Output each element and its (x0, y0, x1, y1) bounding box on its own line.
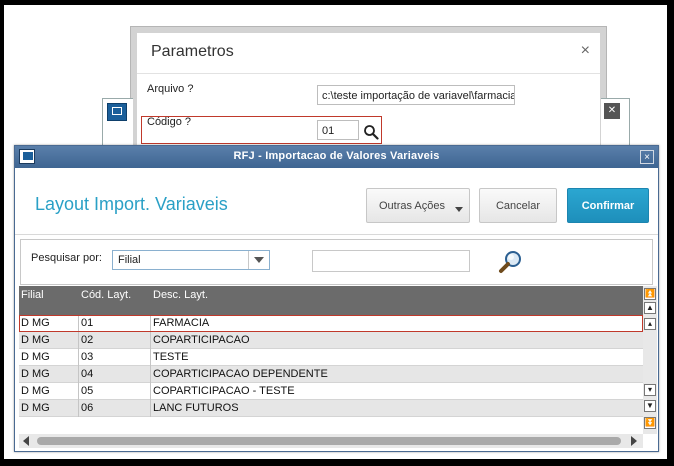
table-row[interactable]: D MG 04 COPARTICIPACAO DEPENDENTE (19, 366, 643, 383)
scroll-right-icon[interactable] (631, 436, 637, 446)
column-divider (150, 315, 151, 417)
confirm-button[interactable]: Confirmar (567, 188, 649, 223)
table-row[interactable]: D MG 03 TESTE (19, 349, 643, 366)
layout-grid: Filial Cód. Layt. Desc. Layt. D MG 01 FA… (19, 286, 643, 417)
scroll-page-up-icon[interactable]: ▲ (644, 302, 656, 314)
cell-desc-layt: COPARTICIPACAO (153, 334, 250, 346)
column-header-filial[interactable]: Filial (21, 289, 44, 301)
search-by-value: Filial (118, 254, 141, 266)
vertical-scrollbar[interactable]: ⏫ ▲ ▴ ▾ ▼ ⏬ (643, 286, 657, 434)
window-title: RFJ - Importacao de Valores Variaveis (233, 150, 440, 162)
search-icon[interactable] (498, 249, 524, 275)
cell-filial: D MG (21, 351, 50, 363)
cell-desc-layt: COPARTICIPACAO - TESTE (153, 385, 295, 397)
arquivo-label: Arquivo ? (147, 83, 194, 95)
header-area: Layout Import. Variaveis Outras Ações Ca… (15, 168, 658, 235)
outras-acoes-label: Outras Ações (378, 199, 446, 212)
cell-cod-layt: 03 (81, 351, 94, 363)
search-label: Pesquisar por: (31, 252, 102, 264)
codigo-label: Código ? (147, 116, 192, 128)
column-divider (78, 315, 79, 417)
cell-filial: D MG (21, 402, 50, 414)
cell-cod-layt: 04 (81, 368, 94, 380)
window-titlebar: RFJ - Importacao de Valores Variaveis × (15, 146, 658, 168)
horizontal-scroll-thumb[interactable] (37, 437, 621, 445)
cell-cod-layt: 06 (81, 402, 94, 414)
parametros-title: Parametros (151, 43, 234, 60)
search-area: Pesquisar por: Filial (20, 239, 653, 285)
screenshot-canvas: Parametros × Arquivo ? c:\teste importaç… (4, 5, 667, 459)
cell-filial: D MG (21, 334, 50, 346)
window-close-icon[interactable]: × (640, 150, 654, 164)
search-by-select[interactable]: Filial (112, 250, 270, 270)
cell-desc-layt: COPARTICIPACAO DEPENDENTE (153, 368, 328, 380)
codigo-field[interactable]: 01 (317, 120, 359, 140)
column-header-cod-layt[interactable]: Cód. Layt. (81, 289, 131, 301)
chevron-down-icon[interactable] (248, 251, 269, 269)
table-row[interactable]: D MG 06 LANC FUTUROS (19, 400, 643, 417)
cell-desc-layt: TESTE (153, 351, 189, 363)
scroll-top-icon[interactable]: ⏫ (644, 288, 656, 300)
cell-cod-layt: 01 (81, 317, 94, 329)
background-window-left (102, 98, 133, 148)
scroll-bottom-icon[interactable]: ⏬ (644, 417, 656, 429)
scroll-left-icon[interactable] (23, 436, 29, 446)
cell-cod-layt: 02 (81, 334, 94, 346)
horizontal-scrollbar[interactable] (19, 434, 643, 448)
column-header-desc-layt[interactable]: Desc. Layt. (153, 289, 208, 301)
cancel-button[interactable]: Cancelar (479, 188, 557, 223)
scroll-down-icon[interactable]: ▾ (644, 384, 656, 396)
cell-cod-layt: 05 (81, 385, 94, 397)
scroll-page-down-icon[interactable]: ▼ (644, 400, 656, 412)
cell-filial: D MG (21, 317, 50, 329)
import-window: RFJ - Importacao de Valores Variaveis × … (14, 145, 659, 452)
arquivo-field[interactable]: c:\teste importação de variavel\farmacia (317, 85, 515, 105)
outras-acoes-button[interactable]: Outras Ações (366, 188, 470, 223)
page-title: Layout Import. Variaveis (35, 194, 228, 214)
cell-desc-layt: LANC FUTUROS (153, 402, 239, 414)
table-row[interactable]: D MG 01 FARMACIA (19, 315, 643, 332)
search-input[interactable] (312, 250, 470, 272)
search-icon[interactable] (363, 124, 379, 140)
table-row[interactable]: D MG 02 COPARTICIPACAO (19, 332, 643, 349)
cell-filial: D MG (21, 385, 50, 397)
background-window-right: ✕ (601, 98, 630, 148)
window-icon (107, 103, 127, 121)
divider (137, 73, 600, 74)
parametros-close-icon[interactable]: × (581, 42, 590, 60)
scroll-up-icon[interactable]: ▴ (644, 318, 656, 330)
close-icon[interactable]: ✕ (604, 103, 620, 119)
cell-filial: D MG (21, 368, 50, 380)
cell-desc-layt: FARMACIA (153, 317, 210, 329)
chevron-down-icon (455, 207, 463, 212)
table-row[interactable]: D MG 05 COPARTICIPACAO - TESTE (19, 383, 643, 400)
grid-header: Filial Cód. Layt. Desc. Layt. (19, 286, 643, 315)
